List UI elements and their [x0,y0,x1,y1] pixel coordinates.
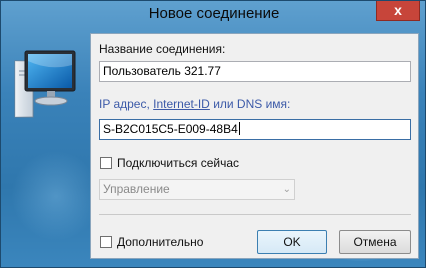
address-field[interactable]: S-B2C015C5-E009-48B4 [99,119,411,140]
connect-now-checkbox[interactable] [100,157,112,169]
cancel-button[interactable]: Отмена [339,230,411,254]
advanced-label[interactable]: Дополнительно [117,235,203,249]
ok-button[interactable]: OK [257,230,327,254]
computer-monitor-icon [14,50,76,118]
address-value: S-B2C015C5-E009-48B4 [103,122,238,136]
mode-select[interactable]: Управление ⌄ [99,179,295,200]
internet-id-link[interactable]: Internet-ID [153,97,210,111]
address-label-suffix: или DNS имя: [209,97,291,111]
connect-now-label[interactable]: Подключиться сейчас [117,156,239,170]
address-label-prefix: IP адрес, [99,97,154,111]
dialog-window: Новое соединение x Название соединения: … [0,0,426,268]
background-glow [11,151,101,241]
form-panel: Название соединения: Пользователь 321.77… [90,33,419,259]
window-title: Новое соединение [148,5,280,22]
advanced-checkbox[interactable] [100,236,112,248]
chevron-down-icon: ⌄ [282,184,291,195]
close-button[interactable]: x [376,1,420,21]
connection-name-field[interactable]: Пользователь 321.77 [99,61,411,82]
mode-select-value: Управление [103,182,170,196]
connection-name-label: Название соединения: [99,42,226,56]
divider [99,214,411,215]
address-label: IP адрес, Internet-ID или DNS имя: [99,97,290,111]
text-caret [238,122,240,135]
